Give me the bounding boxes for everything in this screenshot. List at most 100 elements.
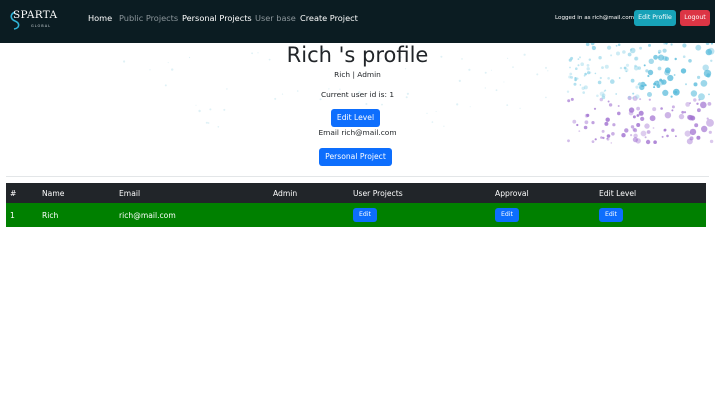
decorative-dot [660, 107, 663, 110]
decorative-dot [617, 111, 621, 116]
nav-user-base[interactable]: User base [255, 12, 296, 24]
decorative-dot [605, 117, 610, 122]
header-name: Name [38, 183, 115, 203]
nav-public-projects[interactable]: Public Projects [119, 12, 178, 24]
nav-create-project[interactable]: Create Project [300, 12, 358, 24]
decorative-dot [645, 139, 651, 145]
decorative-dot [426, 112, 428, 114]
header-email: Email [115, 183, 269, 203]
decorative-dot [584, 120, 589, 125]
header-user-projects: User Projects [349, 183, 491, 203]
decorative-dot [636, 114, 640, 117]
decorative-dot [688, 114, 694, 121]
logout-button[interactable]: Logout [680, 10, 710, 26]
decorative-dot [636, 123, 641, 127]
decorative-dot [195, 104, 197, 106]
decorative-dot [209, 108, 212, 111]
page-title: Rich 's profile [286, 43, 429, 67]
decorative-dot [658, 79, 664, 86]
decorative-dot [671, 105, 675, 109]
section-divider [6, 176, 709, 177]
decorative-dot [365, 103, 368, 105]
cell-name: Rich [38, 203, 115, 227]
decorative-dot [567, 139, 570, 143]
cell-edit-level: Edit [595, 203, 706, 227]
cell-email: rich@mail.com [115, 203, 269, 227]
decorative-dot [696, 102, 699, 105]
decorative-dot [506, 104, 509, 106]
decorative-dot [683, 111, 687, 114]
current-user-id: Current user id is: 1 [320, 90, 395, 99]
table-row: 1 Rich rich@mail.com Edit Edit Edit [6, 203, 706, 227]
decorative-dot [700, 101, 707, 109]
user-projects-edit-button[interactable]: Edit [353, 208, 377, 222]
decorative-dot [572, 119, 577, 124]
edit-level-button[interactable]: Edit Level [331, 109, 380, 127]
decorative-dot [638, 110, 644, 116]
top-navbar: SPARTA GLOBAL Home Public Projects Perso… [0, 0, 715, 43]
decorative-dot [635, 85, 639, 89]
decorative-dot [223, 108, 226, 111]
approval-edit-button[interactable]: Edit [495, 208, 519, 222]
decorative-dot [706, 119, 714, 127]
personal-project-button[interactable]: Personal Project [319, 148, 392, 166]
decorative-dot [594, 138, 597, 141]
decorative-dot [617, 105, 620, 107]
decorative-dot [484, 87, 486, 89]
decorative-dot [700, 80, 708, 87]
decorative-dot [456, 103, 459, 106]
decorative-dot [649, 115, 656, 122]
decorative-dot [635, 138, 641, 144]
cell-user-projects: Edit [349, 203, 491, 227]
decorative-dot [652, 107, 657, 112]
cell-id: 1 [6, 203, 38, 227]
decorative-dot [207, 122, 210, 124]
decorative-dot [458, 79, 461, 82]
decorative-dot [597, 80, 602, 85]
decorative-dot [591, 121, 595, 125]
decorative-dot [694, 123, 699, 128]
decorative-dot [573, 82, 577, 86]
sparta-logo[interactable]: SPARTA GLOBAL [9, 9, 58, 33]
decorative-dot [576, 123, 579, 127]
decorative-dot [638, 82, 642, 86]
edit-level-row-button[interactable]: Edit [599, 208, 623, 222]
decorative-dot [689, 102, 691, 104]
decorative-dot [697, 108, 701, 113]
decorative-dot [381, 103, 383, 106]
decorative-dot [678, 113, 685, 120]
decorative-dot [653, 86, 656, 89]
decorative-dot [664, 112, 672, 119]
decorative-dot [443, 125, 445, 127]
header-approval: Approval [491, 183, 595, 203]
decorative-dot [431, 121, 434, 123]
decorative-dot [681, 110, 685, 114]
decorative-dot [519, 107, 521, 109]
decorative-dot [636, 106, 640, 111]
profile-role: Rich | Admin [334, 70, 381, 79]
nav-personal-projects[interactable]: Personal Projects [182, 12, 252, 24]
logo-text: SPARTA [13, 9, 58, 21]
edit-profile-button[interactable]: Edit Profile [634, 10, 676, 26]
decorative-dot [607, 100, 610, 103]
cell-admin [269, 203, 349, 227]
decorative-dot [693, 82, 698, 87]
decorative-dot [205, 121, 208, 124]
decorative-dot [469, 106, 471, 108]
decorative-dot [164, 84, 167, 87]
decorative-dot [606, 137, 610, 141]
decorative-dot [198, 109, 201, 113]
decorative-dot [706, 117, 709, 120]
users-table: # Name Email Admin User Projects Approva… [6, 183, 706, 227]
decorative-dot [610, 142, 613, 144]
decorative-dot [591, 140, 595, 143]
decorative-dot [593, 107, 597, 110]
nav-home[interactable]: Home [88, 12, 112, 24]
profile-email: Email rich@mail.com [318, 128, 397, 137]
header-edit-level: Edit Level [595, 183, 706, 203]
decorative-dot [608, 103, 613, 107]
decorative-dot [586, 113, 590, 117]
decorative-dot [579, 84, 582, 86]
header-admin: Admin [269, 183, 349, 203]
decorative-dot [612, 123, 616, 127]
